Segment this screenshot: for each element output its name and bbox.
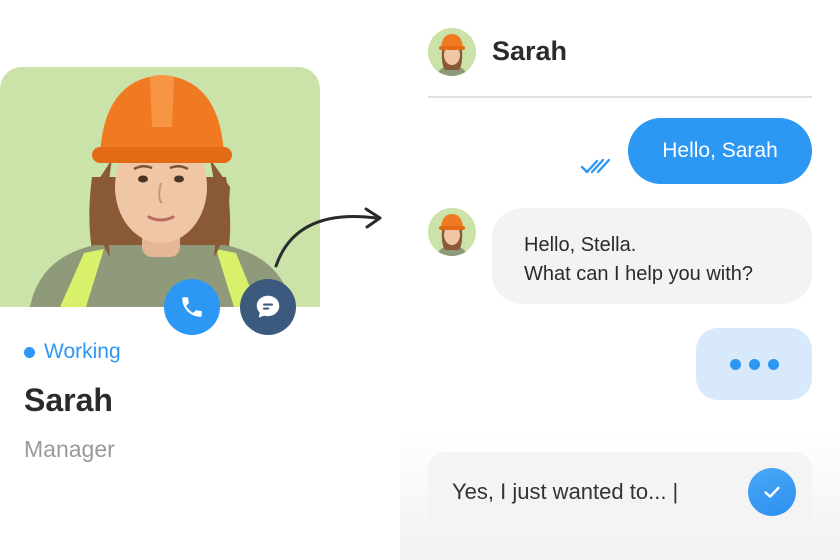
profile-role: Manager <box>24 436 115 462</box>
incoming-message-line: Hello, Stella. <box>524 234 637 256</box>
status-indicator: Working <box>24 340 121 364</box>
incoming-message-line: What can I help you with? <box>524 263 754 285</box>
avatar-image <box>428 28 476 76</box>
profile-name: Sarah <box>24 382 113 418</box>
double-check-icon <box>580 158 611 174</box>
call-button[interactable] <box>164 279 220 335</box>
typing-dot <box>729 358 741 370</box>
chat-bubble-icon <box>256 295 280 318</box>
message-input[interactable]: Yes, I just wanted to... | <box>452 479 678 505</box>
message-composer[interactable]: Yes, I just wanted to... | <box>428 452 812 532</box>
avatar-image <box>428 208 476 256</box>
connector-arrow-icon <box>274 207 382 268</box>
chat-header-avatar[interactable] <box>428 28 476 76</box>
typing-dot <box>748 358 760 370</box>
status-dot <box>24 346 35 358</box>
phone-icon <box>182 297 202 317</box>
incoming-message: Hello, Stella. What can I help you with? <box>492 208 812 304</box>
status-label: Working <box>44 340 121 363</box>
message-button[interactable] <box>240 279 296 335</box>
incoming-message-avatar[interactable] <box>428 208 476 256</box>
send-button[interactable] <box>748 468 796 516</box>
header-divider <box>428 96 812 98</box>
outgoing-message: Hello, Sarah <box>628 118 812 184</box>
check-icon <box>764 486 780 498</box>
typing-dot <box>767 358 779 370</box>
chat-header-name: Sarah <box>492 36 568 66</box>
typing-indicator <box>696 328 812 400</box>
